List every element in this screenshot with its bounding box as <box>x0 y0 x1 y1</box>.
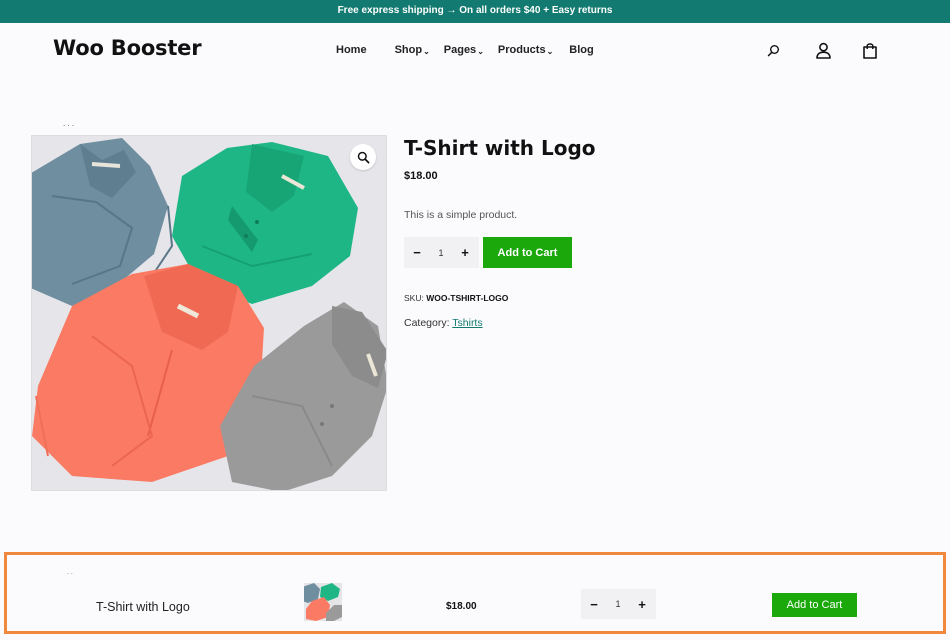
sticky-product-price: $18.00 <box>446 601 477 612</box>
sku-value: WOO-TSHIRT-LOGO <box>426 293 509 303</box>
decrease-quantity-button[interactable]: − <box>404 245 430 260</box>
sticky-add-to-cart-bar: . . T-Shirt with Logo $18.00 − + Add to … <box>4 552 946 634</box>
breadcrumb: . . . <box>63 119 75 128</box>
sticky-product-thumbnail <box>304 583 342 621</box>
sticky-increase-quantity-button[interactable]: + <box>629 597 655 612</box>
nav-label-blog: Blog <box>569 44 594 56</box>
sticky-product-title: T-Shirt with Logo <box>96 600 190 614</box>
nav-item-blog[interactable]: Blog <box>569 44 593 56</box>
site-logo[interactable]: Woo Booster <box>53 36 202 60</box>
sticky-breadcrumb: . . <box>67 569 73 576</box>
sticky-quantity-stepper: − + <box>581 589 656 619</box>
product-category: Category: Tshirts <box>404 317 483 329</box>
sticky-decrease-quantity-button[interactable]: − <box>581 597 607 612</box>
sku-label: SKU: <box>404 293 424 303</box>
add-to-cart-button[interactable]: Add to Cart <box>483 237 572 268</box>
bag-icon[interactable] <box>862 42 878 59</box>
nav-item-shop[interactable]: Shop ⌄ <box>395 44 430 56</box>
site-header: Woo Booster Home Shop ⌄ Pages ⌄ Products ⌄ … <box>0 23 950 79</box>
sticky-quantity-input[interactable] <box>607 599 629 609</box>
increase-quantity-button[interactable]: + <box>452 245 478 260</box>
promo-text: Free express shipping → On all orders $4… <box>337 5 613 16</box>
chevron-down-icon: ⌄ <box>477 46 484 56</box>
category-label: Category: <box>404 317 450 329</box>
product-image[interactable] <box>31 135 387 491</box>
product-price: $18.00 <box>404 170 438 182</box>
product-title: T-Shirt with Logo <box>404 136 596 160</box>
quantity-input[interactable] <box>430 247 452 258</box>
nav-item-products[interactable]: Products ⌄ <box>498 44 553 56</box>
sticky-add-to-cart-button[interactable]: Add to Cart <box>772 593 857 617</box>
promo-bar: Free express shipping → On all orders $4… <box>0 0 950 23</box>
product-description: This is a simple product. <box>404 209 518 221</box>
nav-label-pages: Pages <box>443 44 477 56</box>
search-icon[interactable] <box>767 44 780 57</box>
chevron-down-icon: ⌄ <box>423 46 430 56</box>
product-sku: SKU: WOO-TSHIRT-LOGO <box>404 293 508 303</box>
quantity-stepper: − + <box>404 237 479 268</box>
category-link[interactable]: Tshirts <box>452 317 482 329</box>
nav-label-products: Products <box>497 44 546 56</box>
nav-item-home[interactable]: Home <box>336 44 367 56</box>
user-icon[interactable] <box>815 42 832 59</box>
nav-label-shop: Shop <box>394 44 423 56</box>
nav-item-pages[interactable]: Pages ⌄ <box>444 44 484 56</box>
zoom-icon[interactable] <box>350 144 376 170</box>
chevron-down-icon: ⌄ <box>546 46 554 56</box>
main-nav: Home Shop ⌄ Pages ⌄ Products ⌄ Blog <box>336 44 594 56</box>
nav-label-home: Home <box>336 44 367 56</box>
